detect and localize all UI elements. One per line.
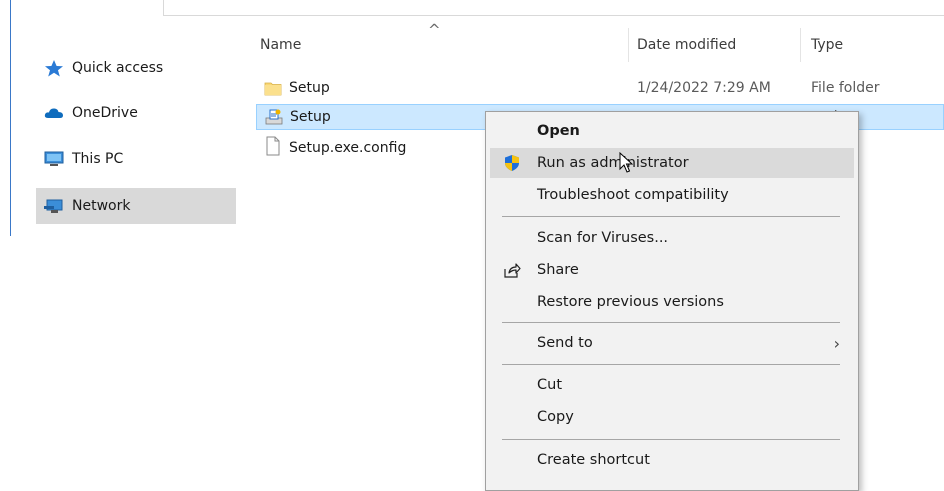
- menu-item-label: Troubleshoot compatibility: [537, 187, 729, 203]
- menu-separator: [502, 364, 840, 365]
- menu-item-create-shortcut[interactable]: Create shortcut: [490, 445, 854, 475]
- menu-item-troubleshoot-compatibility[interactable]: Troubleshoot compatibility: [490, 180, 854, 210]
- menu-separator: [502, 322, 840, 323]
- file-type: File folder: [811, 80, 880, 96]
- context-menu: Open Run as administrator Troubleshoot c…: [485, 111, 859, 491]
- document-icon: [264, 136, 282, 160]
- star-icon: [44, 59, 64, 77]
- menu-separator: [502, 439, 840, 440]
- folder-icon: [264, 79, 282, 101]
- nav-item-network[interactable]: Network: [36, 188, 236, 224]
- mouse-pointer-icon: [619, 151, 634, 178]
- menu-item-label: Copy: [537, 409, 574, 425]
- menu-separator: [502, 216, 840, 217]
- menu-item-label: Send to: [537, 335, 593, 351]
- monitor-icon: [44, 150, 64, 168]
- window-left-border: [10, 0, 11, 236]
- file-name: Setup.exe.config: [289, 140, 407, 156]
- menu-item-cut[interactable]: Cut: [490, 370, 854, 400]
- nav-item-quick-access[interactable]: Quick access: [40, 50, 236, 86]
- file-name: Setup: [290, 109, 331, 125]
- nav-label: OneDrive: [72, 105, 138, 121]
- menu-item-label: Restore previous versions: [537, 294, 724, 310]
- menu-item-run-as-administrator[interactable]: Run as administrator: [490, 148, 854, 178]
- menu-item-label: Create shortcut: [537, 452, 650, 468]
- column-divider[interactable]: [800, 28, 801, 62]
- sort-ascending-indicator: ^: [428, 21, 441, 39]
- nav-item-this-pc[interactable]: This PC: [40, 141, 236, 177]
- network-icon: [44, 197, 64, 215]
- menu-item-label: Scan for Viruses...: [537, 230, 669, 246]
- nav-label: Network: [72, 198, 131, 214]
- address-bar-divider: [163, 0, 944, 16]
- share-icon: [503, 261, 521, 283]
- nav-label: Quick access: [72, 60, 164, 76]
- menu-item-share[interactable]: Share: [490, 255, 854, 285]
- menu-item-label: Cut: [537, 377, 562, 393]
- menu-item-label: Share: [537, 262, 579, 278]
- installer-icon: [265, 108, 283, 130]
- menu-item-restore-previous-versions[interactable]: Restore previous versions: [490, 287, 854, 317]
- menu-item-send-to[interactable]: Send to ›: [490, 328, 854, 358]
- menu-item-open[interactable]: Open: [490, 116, 854, 146]
- column-header-type[interactable]: Type: [811, 37, 843, 53]
- menu-item-copy[interactable]: Copy: [490, 402, 854, 432]
- chevron-right-icon: ›: [833, 333, 840, 353]
- file-name: Setup: [289, 80, 330, 96]
- nav-item-onedrive[interactable]: OneDrive: [40, 95, 236, 131]
- nav-label: This PC: [72, 151, 124, 167]
- column-divider[interactable]: [628, 28, 629, 62]
- file-row-setup-folder[interactable]: Setup 1/24/2022 7:29 AM File folder: [256, 75, 944, 101]
- cloud-icon: [44, 104, 64, 122]
- column-header-date-modified[interactable]: Date modified: [637, 37, 736, 53]
- menu-item-label: Run as administrator: [537, 155, 689, 171]
- menu-item-scan-for-viruses[interactable]: Scan for Viruses...: [490, 223, 854, 253]
- file-date-modified: 1/24/2022 7:29 AM: [637, 80, 771, 96]
- uac-shield-icon: [503, 154, 521, 176]
- menu-item-label: Open: [537, 123, 580, 139]
- column-header-name[interactable]: Name: [260, 37, 301, 53]
